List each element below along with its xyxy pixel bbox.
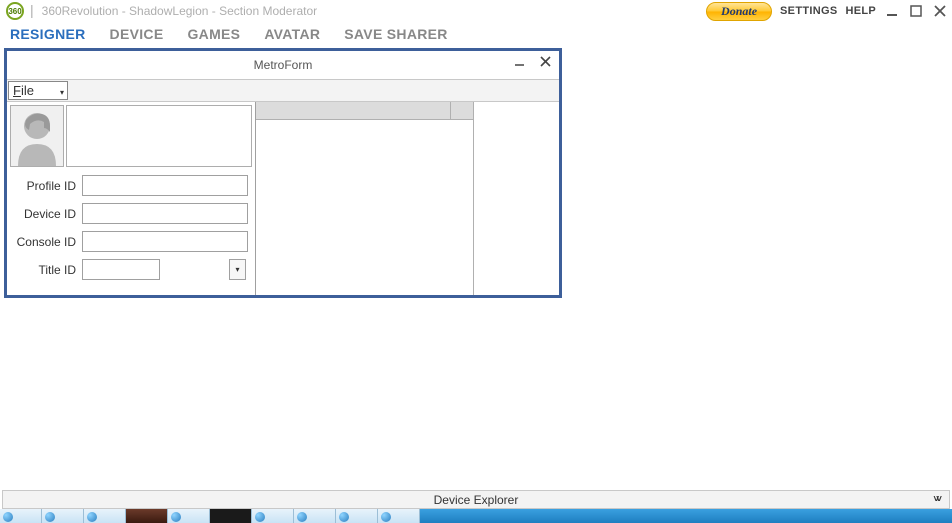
avatar-row	[10, 105, 252, 167]
person-silhouette-icon	[12, 108, 62, 166]
chevron-down-icon: ▾	[235, 265, 239, 274]
profile-id-label: Profile ID	[10, 179, 82, 193]
taskbar-item[interactable]	[84, 509, 126, 523]
metroform-minimize-button[interactable]	[511, 53, 529, 71]
device-id-input[interactable]	[82, 203, 248, 224]
metroform-right-panel	[473, 102, 559, 295]
settings-link[interactable]: SETTINGS	[780, 5, 837, 17]
metroform-titlebar[interactable]: MetroForm	[7, 51, 559, 79]
maximize-button[interactable]	[908, 3, 924, 19]
profile-name-box	[66, 105, 252, 167]
taskbar-item[interactable]	[252, 509, 294, 523]
device-explorer-bar[interactable]: Device Explorer ˅˅	[2, 490, 950, 509]
metroform-middle-panel	[255, 102, 473, 295]
console-id-input[interactable]	[82, 231, 248, 252]
device-explorer-label: Device Explorer	[434, 493, 519, 507]
app-icon	[297, 512, 307, 522]
app-titlebar: 360 | 360Revolution - ShadowLegion - Sec…	[0, 0, 952, 22]
main-tab-bar: RESIGNER DEVICE GAMES AVATAR SAVE SHARER	[0, 22, 952, 48]
app-icon	[171, 512, 181, 522]
donate-button[interactable]: Donate	[706, 2, 772, 21]
taskbar-item[interactable]	[210, 509, 252, 523]
minimize-button[interactable]	[884, 3, 900, 19]
device-id-row: Device ID	[10, 203, 252, 224]
tab-resigner[interactable]: RESIGNER	[10, 26, 86, 42]
taskbar-item[interactable]	[378, 509, 420, 523]
metroform-title: MetroForm	[254, 58, 313, 72]
metroform-left-panel: Profile ID Device ID Console ID Title ID…	[7, 102, 255, 295]
app-icon	[339, 512, 349, 522]
metroform-body: Profile ID Device ID Console ID Title ID…	[7, 102, 559, 295]
profile-id-input[interactable]	[82, 175, 248, 196]
console-id-label: Console ID	[10, 235, 82, 249]
taskbar-item[interactable]	[126, 509, 168, 523]
console-id-row: Console ID	[10, 231, 252, 252]
app-title: 360Revolution - ShadowLegion - Section M…	[42, 4, 706, 18]
tab-games[interactable]: GAMES	[187, 26, 240, 42]
app-icon	[255, 512, 265, 522]
metroform-window-controls	[511, 53, 555, 71]
taskbar-item[interactable]	[168, 509, 210, 523]
grid-header	[256, 102, 473, 120]
chevron-down-icon: ▾	[60, 88, 64, 97]
titlebar-right: Donate SETTINGS HELP	[706, 2, 948, 21]
help-link[interactable]: HELP	[845, 5, 876, 17]
app-icon	[45, 512, 55, 522]
taskbar-item[interactable]	[336, 509, 378, 523]
taskbar-item[interactable]	[42, 509, 84, 523]
app-icon	[3, 512, 13, 522]
title-id-dropdown-button[interactable]: ▾	[229, 259, 246, 280]
app-icon	[381, 512, 391, 522]
file-menu[interactable]: File ▾	[8, 81, 68, 100]
close-button[interactable]	[932, 3, 948, 19]
app-logo-text: 360	[8, 7, 21, 16]
tab-avatar[interactable]: AVATAR	[264, 26, 320, 42]
titlebar-divider: |	[30, 2, 34, 18]
taskbar-item[interactable]	[0, 509, 42, 523]
tab-save-sharer[interactable]: SAVE SHARER	[344, 26, 447, 42]
title-id-label: Title ID	[10, 263, 82, 277]
grid-column-1[interactable]	[256, 102, 451, 119]
title-id-row: Title ID ▾	[10, 259, 252, 280]
app-logo: 360	[6, 2, 24, 20]
app-icon	[87, 512, 97, 522]
tab-device[interactable]: DEVICE	[110, 26, 164, 42]
device-id-label: Device ID	[10, 207, 82, 221]
profile-id-row: Profile ID	[10, 175, 252, 196]
metroform-menubar: File ▾	[7, 79, 559, 102]
grid-body[interactable]	[256, 120, 473, 295]
metroform-window: MetroForm File ▾	[4, 48, 562, 298]
grid-column-2[interactable]	[451, 102, 473, 119]
metroform-close-button[interactable]	[537, 53, 555, 71]
title-id-input[interactable]	[82, 259, 160, 280]
avatar-image	[10, 105, 64, 167]
taskbar-item[interactable]	[294, 509, 336, 523]
taskbar	[0, 509, 952, 523]
expand-down-icon: ˅˅	[933, 494, 939, 505]
file-menu-label: File	[13, 83, 34, 98]
